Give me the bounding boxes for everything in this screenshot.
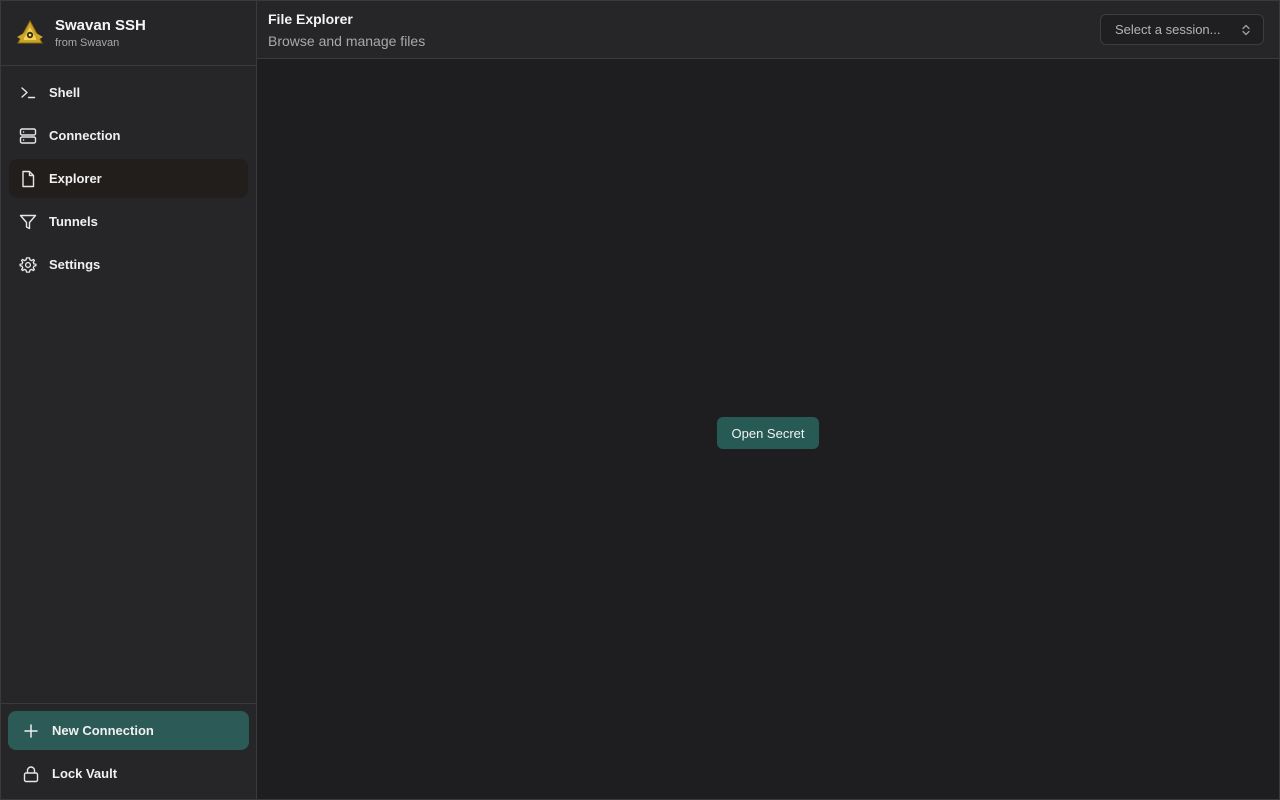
plus-icon [22, 722, 40, 740]
chevron-up-down-icon [1241, 24, 1251, 36]
swavan-logo-icon [15, 18, 45, 48]
sidebar-item-tunnels[interactable]: Tunnels [9, 202, 248, 241]
session-select-placeholder: Select a session... [1115, 22, 1221, 37]
sidebar-item-settings[interactable]: Settings [9, 245, 248, 284]
main-panel: File Explorer Browse and manage files Se… [257, 1, 1279, 799]
file-icon [19, 170, 37, 188]
page-subtitle: Browse and manage files [268, 32, 426, 49]
filter-icon [19, 213, 37, 231]
session-select[interactable]: Select a session... [1100, 14, 1264, 45]
gear-icon [19, 256, 37, 274]
new-connection-button[interactable]: New Connection [8, 711, 249, 750]
sidebar-item-label: Shell [49, 85, 81, 100]
lock-icon [22, 765, 40, 783]
app-title: Swavan SSH [55, 16, 146, 34]
server-icon [19, 127, 37, 145]
brand-header: Swavan SSH from Swavan [1, 1, 256, 66]
sidebar-nav: Shell Connection Explorer Tunnels Settin… [1, 66, 256, 291]
open-secret-button[interactable]: Open Secret [717, 417, 819, 449]
sidebar: Swavan SSH from Swavan Shell Connection … [1, 1, 257, 799]
lock-vault-button[interactable]: Lock Vault [8, 754, 249, 793]
sidebar-item-label: Explorer [49, 171, 102, 186]
sidebar-item-connection[interactable]: Connection [9, 116, 248, 155]
page-title: File Explorer [268, 10, 353, 27]
app-subtitle: from Swavan [55, 36, 120, 49]
app-window: Swavan SSH from Swavan Shell Connection … [0, 0, 1280, 800]
new-connection-label: New Connection [52, 723, 154, 738]
lock-vault-label: Lock Vault [52, 766, 118, 781]
explorer-content: Open Secret [257, 59, 1279, 799]
sidebar-item-explorer[interactable]: Explorer [9, 159, 248, 198]
terminal-icon [19, 84, 37, 102]
sidebar-footer: New Connection Lock Vault [1, 703, 256, 799]
sidebar-item-label: Tunnels [49, 214, 98, 229]
sidebar-item-label: Connection [49, 128, 121, 143]
page-header: File Explorer Browse and manage files Se… [257, 1, 1279, 59]
sidebar-item-label: Settings [49, 257, 101, 272]
sidebar-item-shell[interactable]: Shell [9, 73, 248, 112]
